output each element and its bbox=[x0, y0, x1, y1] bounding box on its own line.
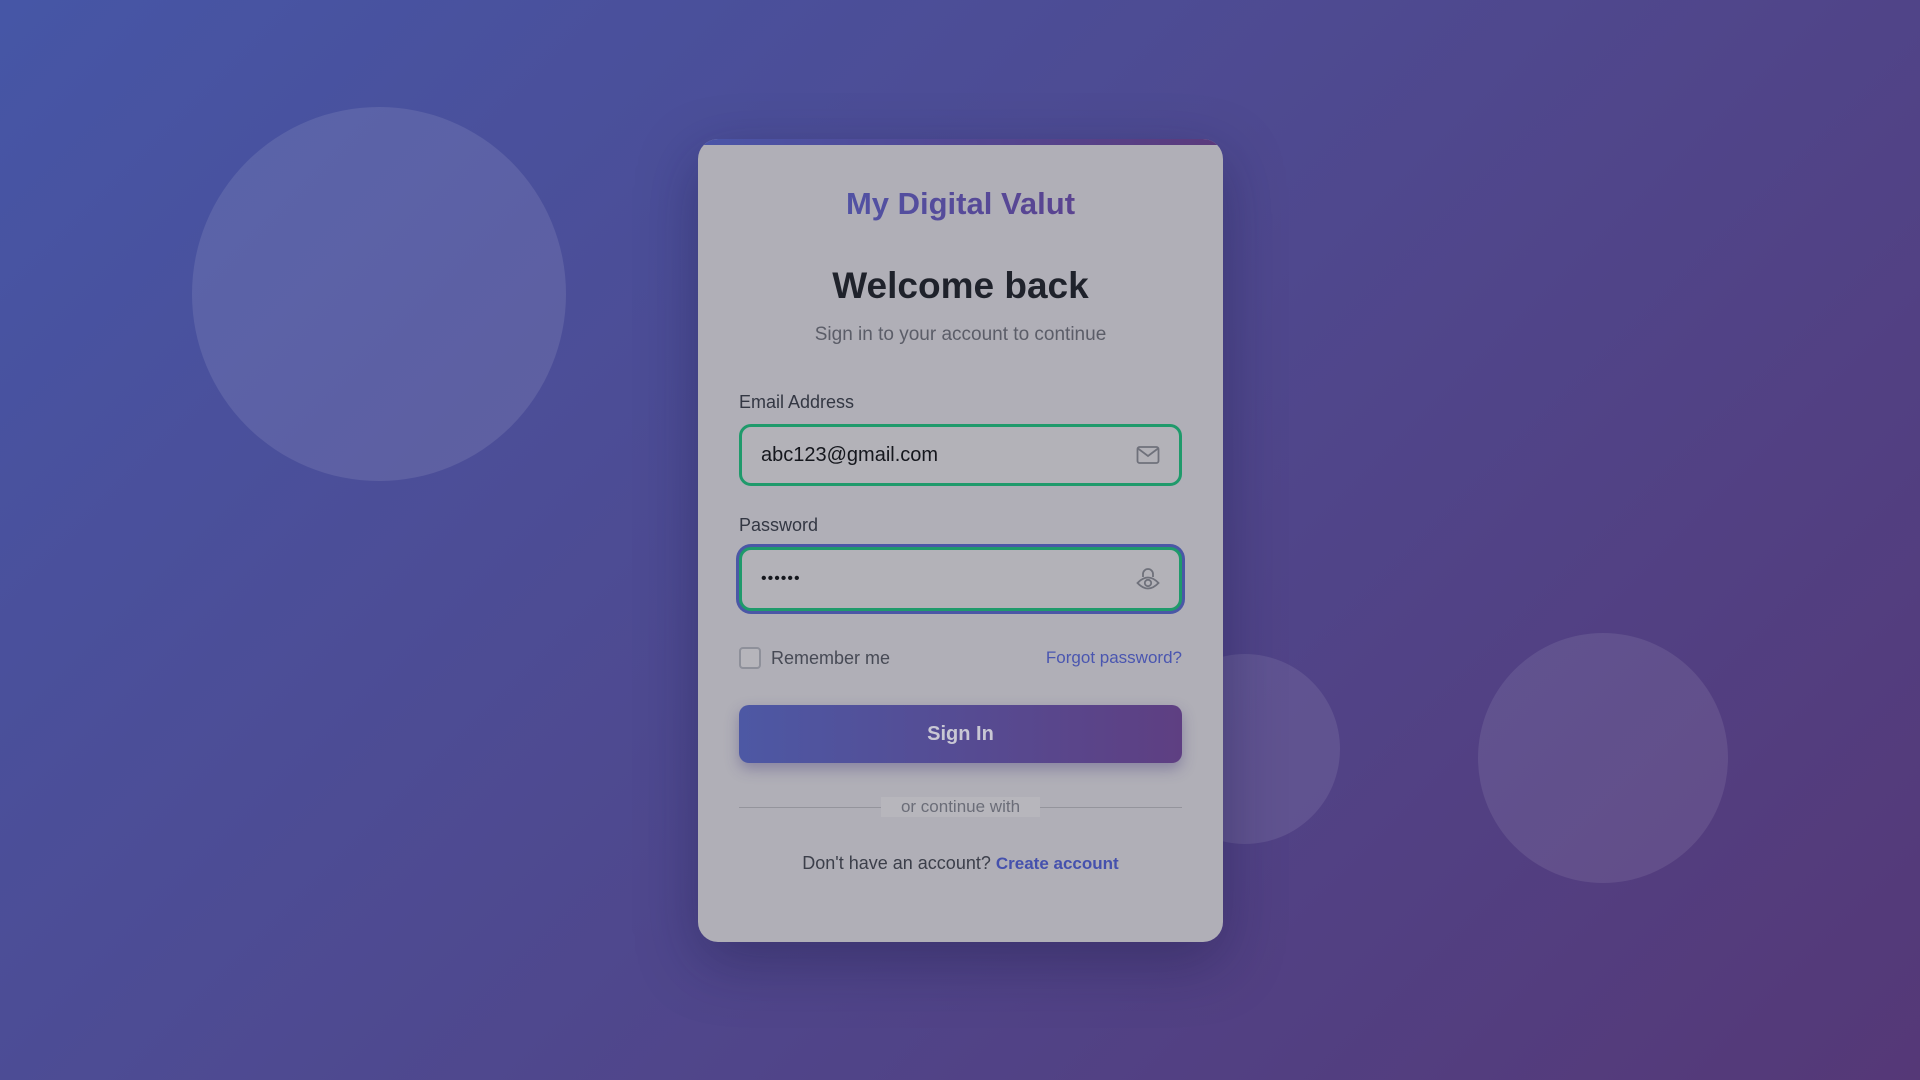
remember-checkbox[interactable] bbox=[739, 647, 761, 669]
divider: or continue with bbox=[739, 795, 1182, 819]
email-field-wrapper bbox=[739, 424, 1182, 486]
background-circle bbox=[1478, 633, 1728, 883]
brand-name: My Digital Valut bbox=[739, 185, 1182, 223]
signup-prompt: Don't have an account? bbox=[802, 853, 991, 873]
login-card: My Digital Valut Welcome back Sign in to… bbox=[698, 139, 1223, 942]
page-title: Welcome back bbox=[832, 265, 1089, 306]
signup-row: Don't have an account? Create account bbox=[739, 853, 1182, 874]
remember-label: Remember me bbox=[771, 647, 891, 668]
page-subtitle: Sign in to your account to continue bbox=[814, 324, 1107, 345]
divider-label: or continue with bbox=[880, 797, 1041, 817]
background-circle bbox=[192, 107, 566, 481]
password-label: Password bbox=[739, 515, 819, 535]
remember-me[interactable]: Remember me bbox=[739, 647, 890, 669]
card-accent-bar bbox=[698, 139, 1223, 145]
email-label: Email Address bbox=[739, 392, 855, 412]
password-field-wrapper bbox=[739, 547, 1182, 611]
mail-icon bbox=[1135, 442, 1161, 468]
eye-icon[interactable] bbox=[1135, 566, 1161, 592]
password-field[interactable] bbox=[742, 550, 1179, 608]
email-field[interactable] bbox=[742, 427, 1179, 483]
create-account-link[interactable]: Create account bbox=[996, 854, 1119, 873]
options-row: Remember me Forgot password? bbox=[739, 646, 1182, 670]
sign-in-button[interactable]: Sign In bbox=[739, 705, 1182, 763]
forgot-password-link[interactable]: Forgot password? bbox=[1046, 648, 1182, 668]
